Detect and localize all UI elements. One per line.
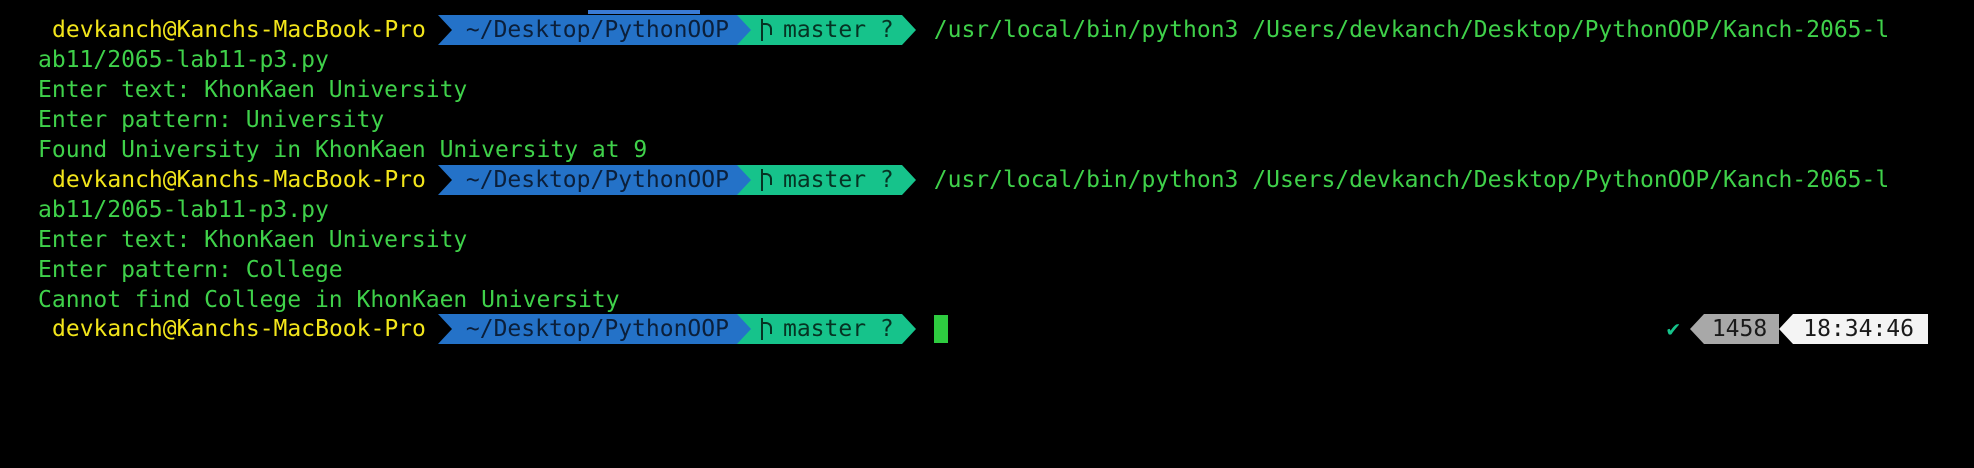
prompt-directory-label: ~/Desktop/PythonOOP bbox=[465, 316, 729, 342]
right-prompt: ✔ 1458 18:34:46 bbox=[1667, 314, 1928, 344]
prompt-user-host: devkanch@Kanchs-MacBook-Pro bbox=[0, 165, 438, 195]
separator-arrow-icon bbox=[736, 314, 751, 344]
separator-arrow-icon bbox=[736, 15, 751, 45]
prompt-directory: ~/Desktop/PythonOOP bbox=[437, 165, 737, 195]
separator-arrow-icon bbox=[901, 15, 916, 45]
separator-arrow-icon bbox=[901, 165, 916, 195]
command-text: /usr/local/bin/python3 /Users/devkanch/D… bbox=[933, 17, 1890, 43]
prompt-directory-label: ~/Desktop/PythonOOP bbox=[465, 17, 729, 43]
prompt-user-host: devkanch@Kanchs-MacBook-Pro bbox=[0, 314, 438, 344]
check-icon: ✔ bbox=[1666, 316, 1680, 342]
prompt-directory: ~/Desktop/PythonOOP bbox=[437, 314, 737, 344]
history-count: 1458 bbox=[1703, 314, 1780, 344]
prompt-line: devkanch@Kanchs-MacBook-Pro ~/Desktop/Py… bbox=[0, 165, 1974, 195]
separator-arrow-icon bbox=[437, 165, 452, 195]
prompt-git-label: master ? bbox=[782, 17, 894, 43]
git-branch-icon bbox=[759, 318, 773, 340]
prompt-git-label: master ? bbox=[782, 167, 894, 193]
output-line: Enter text: KhonKaen University bbox=[38, 77, 468, 103]
separator-arrow-icon bbox=[1779, 314, 1794, 344]
output-line: Enter pattern: College bbox=[38, 257, 343, 283]
separator-arrow-icon bbox=[901, 314, 916, 344]
clock-time: 18:34:46 bbox=[1793, 314, 1928, 344]
output-line: Cannot find College in KhonKaen Universi… bbox=[38, 287, 620, 313]
command-continuation: ab11/2065-lab11-p3.py bbox=[38, 197, 329, 223]
prompt-user-host: devkanch@Kanchs-MacBook-Pro bbox=[0, 15, 438, 45]
command-continuation: ab11/2065-lab11-p3.py bbox=[38, 47, 329, 73]
terminal-window[interactable]: devkanch@Kanchs-MacBook-Pro ~/Desktop/Py… bbox=[0, 0, 1974, 468]
prompt-directory-label: ~/Desktop/PythonOOP bbox=[465, 167, 729, 193]
prompt-line: devkanch@Kanchs-MacBook-Pro ~/Desktop/Py… bbox=[0, 15, 1974, 45]
prompt-git-branch: master ? bbox=[736, 165, 902, 195]
text-cursor[interactable] bbox=[933, 315, 948, 343]
separator-arrow-icon bbox=[1689, 314, 1704, 344]
output-line: Found University in KhonKaen University … bbox=[38, 137, 648, 163]
git-branch-icon bbox=[759, 19, 773, 41]
separator-arrow-icon bbox=[437, 15, 452, 45]
command-text: /usr/local/bin/python3 /Users/devkanch/D… bbox=[933, 167, 1890, 193]
prompt-git-branch: master ? bbox=[736, 314, 902, 344]
git-branch-icon bbox=[759, 169, 773, 191]
prompt-git-branch: master ? bbox=[736, 15, 902, 45]
separator-arrow-icon bbox=[437, 314, 452, 344]
separator-arrow-icon bbox=[736, 165, 751, 195]
active-tab-indicator bbox=[588, 10, 700, 14]
output-line: Enter pattern: University bbox=[38, 107, 385, 133]
prompt-directory: ~/Desktop/PythonOOP bbox=[437, 15, 737, 45]
output-line: Enter text: KhonKaen University bbox=[38, 227, 468, 253]
prompt-git-label: master ? bbox=[782, 316, 894, 342]
